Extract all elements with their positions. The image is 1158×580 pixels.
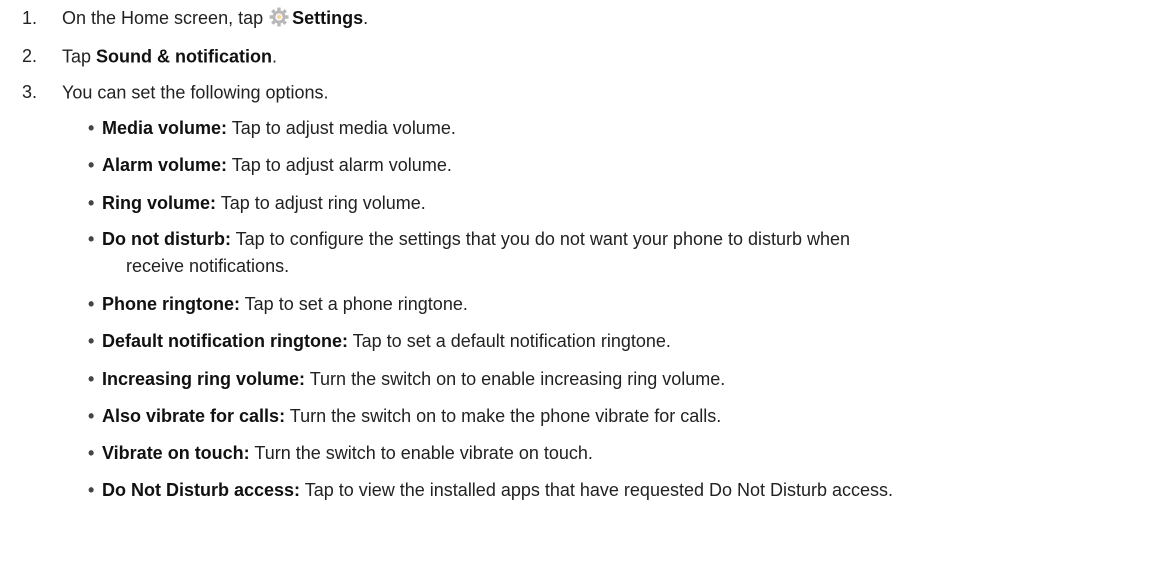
step-text-post: .: [363, 8, 369, 29]
option-desc: Turn the switch on to make the phone vib…: [285, 406, 722, 426]
bullet: •: [88, 369, 95, 389]
option-desc-continued: receive notifications.: [126, 256, 290, 276]
option-term: Phone ringtone:: [102, 294, 240, 314]
option-item-default-notification-ringtone: • Default notification ringtone: Tap to s…: [88, 327, 1138, 356]
settings-gear-icon: [269, 7, 289, 27]
option-item-alarm-volume: • Alarm volume: Tap to adjust alarm volum…: [88, 151, 1138, 180]
option-item-phone-ringtone: • Phone ringtone: Tap to set a phone ring…: [88, 290, 1138, 319]
step-number: 1.: [22, 8, 38, 29]
option-term: Ring volume:: [102, 193, 217, 213]
bullet: •: [88, 155, 95, 175]
step-1: 1. On the Home screen, tap Settings.: [22, 5, 368, 30]
option-desc: Tap to adjust ring volume.: [216, 193, 426, 213]
option-term: Increasing ring volume:: [102, 369, 306, 389]
option-desc: Tap to set a phone ringtone.: [240, 294, 468, 314]
step-text-post: .: [272, 46, 278, 67]
option-desc: Turn the switch on to enable increasing …: [305, 369, 726, 389]
option-item-media-volume: • Media volume: Tap to adjust media volum…: [88, 114, 1138, 143]
option-item-also-vibrate-for-calls: • Also vibrate for calls: Turn the switch…: [88, 402, 1138, 431]
step-number: 2.: [22, 46, 38, 67]
option-desc: Tap to adjust alarm volume.: [227, 155, 452, 175]
bullet: •: [88, 118, 95, 138]
option-term: Media volume:: [102, 118, 228, 138]
step-text-pre: On the Home screen, tap: [62, 8, 269, 29]
step-3: 3. You can set the following options.: [22, 79, 329, 104]
bullet: •: [88, 193, 95, 213]
option-desc: Tap to adjust media volume.: [227, 118, 456, 138]
option-term: Vibrate on touch:: [102, 443, 250, 463]
bullet: •: [88, 294, 95, 314]
step-text-pre: Tap: [62, 46, 97, 67]
option-item-increasing-ring-volume: • Increasing ring volume: Turn the switch…: [88, 365, 1138, 394]
step-number: 3.: [22, 82, 38, 103]
option-item-do-not-disturb: • Do not disturb: Tap to configure the se…: [88, 225, 1138, 281]
bullet: •: [88, 331, 95, 351]
option-item-ring-volume: • Ring volume: Tap to adjust ring volume.: [88, 189, 1138, 218]
bullet: •: [88, 443, 95, 463]
option-item-vibrate-on-touch: • Vibrate on touch: Turn the switch to en…: [88, 439, 1138, 468]
step-2: 2. Tap Sound & notification.: [22, 43, 277, 68]
option-term: Default notification ringtone:: [102, 331, 348, 351]
step-text: You can set the following options.: [62, 82, 329, 103]
option-desc: Tap to view the installed apps that have…: [300, 480, 894, 500]
settings-label: Settings: [292, 8, 364, 29]
bullet: •: [88, 406, 95, 426]
option-term: Alarm volume:: [102, 155, 228, 175]
bullet: •: [88, 480, 95, 500]
instructions-page: 1. On the Home screen, tap Settings. 2. …: [0, 0, 1158, 580]
sound-notification-label: Sound & notification: [96, 46, 273, 67]
option-desc: Turn the switch to enable vibrate on tou…: [249, 443, 593, 463]
option-item-do-not-disturb-access: • Do Not Disturb access: Tap to view the …: [88, 476, 1138, 505]
step-text: On the Home screen, tap Settings.: [62, 7, 369, 29]
option-term: Do Not Disturb access:: [102, 480, 301, 500]
option-term: Also vibrate for calls:: [102, 406, 286, 426]
bullet: •: [88, 229, 95, 249]
option-desc: Tap to set a default notification ringto…: [347, 331, 671, 351]
option-desc: Tap to configure the settings that you d…: [230, 229, 851, 249]
step-text: Tap Sound & notification.: [62, 46, 277, 66]
option-term: Do not disturb:: [102, 229, 231, 249]
